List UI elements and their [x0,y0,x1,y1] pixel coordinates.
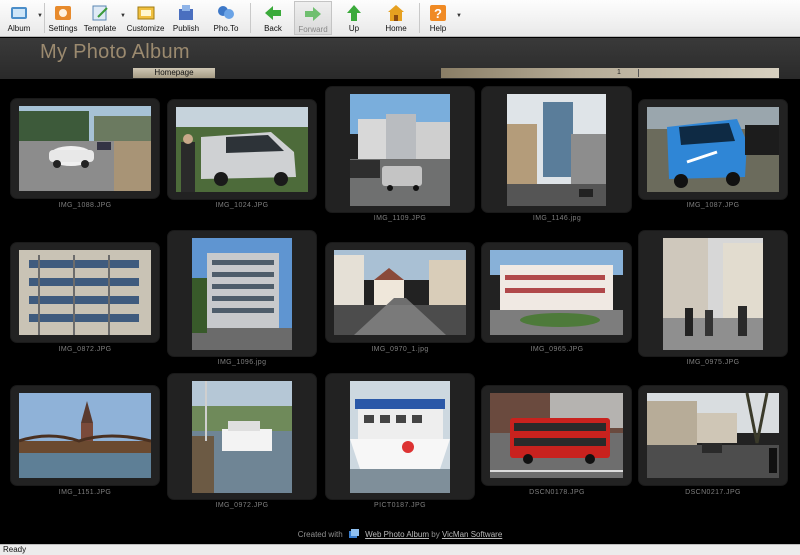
photo-ferry-icon[interactable] [350,381,450,493]
photo-street-car-icon[interactable] [19,106,151,191]
footer-created-with: Created with [297,530,343,539]
toolbar: Album ▼ Settings Template ▼ Customize Pu… [0,0,800,37]
album-icon [11,7,27,19]
photo-caption[interactable]: PICT0187.JPG [325,502,475,509]
template-button[interactable]: Template [81,1,119,35]
publish-icon [179,5,193,20]
web-photo-album-link[interactable]: Web Photo Album [365,530,429,539]
back-button[interactable]: Back [255,1,291,35]
footer: Created with Web Photo Album by VicMan S… [0,529,800,539]
photo-caption[interactable]: IMG_1096.jpg [167,359,317,366]
photo-plaza-icon[interactable] [490,250,623,335]
photo-tower-icon[interactable] [507,94,606,206]
pager-divider [638,69,639,77]
photo-shelves-icon[interactable] [19,250,151,335]
home-icon [388,5,404,21]
up-button[interactable]: Up [337,1,371,35]
thumbnail-frame[interactable]: IMG_1087.JPG [639,100,787,209]
photo-caption[interactable]: IMG_0872.JPG [10,346,160,353]
page-number-link[interactable]: 1 [617,68,621,78]
up-arrow-icon [347,5,361,21]
thumbnail-frame[interactable]: IMG_0872.JPG [11,243,159,353]
settings-icon [55,6,71,20]
thumbnail-frame[interactable]: IMG_1151.JPG [11,386,159,496]
page-title: My Photo Album [40,41,190,63]
thumbnail-frame[interactable]: DSCN0178.JPG [482,386,631,496]
thumbnail-frame[interactable]: IMG_1088.JPG [11,99,159,209]
page-navigation: 1 [441,68,779,78]
photo-caption[interactable]: IMG_1024.JPG [167,202,317,209]
thumbnail-frame[interactable]: PICT0187.JPG [326,374,474,509]
photo-smart-car-icon[interactable] [647,107,779,192]
status-bar: Ready [0,544,800,555]
status-text: Ready [3,545,27,554]
photo-building-icon[interactable] [192,238,292,350]
vicman-software-link[interactable]: VicMan Software [442,530,502,539]
svg-text:?: ? [434,6,442,21]
photo-bridge-church-icon[interactable] [19,393,151,478]
thumbnail-frame[interactable]: IMG_0975.JPG [639,231,787,366]
back-arrow-icon [265,6,281,20]
album-dropdown-icon[interactable]: ▼ [37,13,43,19]
photo-people-street-icon[interactable] [663,238,763,350]
photo-caption[interactable]: DSCN0178.JPG [482,489,632,496]
album-button[interactable]: Album [2,1,36,35]
photo-caption[interactable]: IMG_1088.JPG [10,202,160,209]
home-button[interactable]: Home [378,1,414,35]
photo-caption[interactable]: IMG_0965.JPG [482,346,632,353]
web-photo-album-logo-icon [348,529,359,538]
photo-avenue-icon[interactable] [647,393,779,478]
thumbnail-frame[interactable]: IMG_0965.JPG [482,243,631,353]
photo-caption[interactable]: IMG_0970_1.jpg [325,346,475,353]
photo-caption[interactable]: IMG_0972.JPG [167,502,317,509]
publish-button[interactable]: Publish [169,1,203,35]
help-icon: ? [430,5,446,21]
photo-city-street-icon[interactable] [350,94,450,206]
toolbar-separator [419,3,420,33]
thumbnail-frame[interactable]: DSCN0217.JPG [639,386,787,496]
photo-caption[interactable]: IMG_1146.jpg [482,215,632,222]
photo-caption[interactable]: IMG_0975.JPG [638,359,788,366]
photo-van-icon[interactable] [176,107,308,192]
photo-caption[interactable]: DSCN0217.JPG [638,489,788,496]
photo-town-street-icon[interactable] [334,250,466,335]
photo-to-button[interactable]: Pho.To [209,1,243,35]
template-icon [92,5,108,21]
photo-caption[interactable]: IMG_1087.JPG [638,202,788,209]
photo-caption[interactable]: IMG_1109.JPG [325,215,475,222]
settings-button[interactable]: Settings [47,1,79,35]
customize-button[interactable]: Customize [127,1,164,35]
thumbnail-frame[interactable]: IMG_0970_1.jpg [326,243,474,353]
photo-caption[interactable]: IMG_1151.JPG [10,489,160,496]
thumbnail-frame[interactable]: IMG_1024.JPG [168,100,316,209]
photo-icon [218,6,234,19]
thumbnail-frame[interactable]: IMG_1096.jpg [168,231,316,366]
help-dropdown-icon[interactable]: ▼ [456,13,462,19]
help-button[interactable]: ? Help [423,1,453,35]
customize-icon [137,6,154,20]
forward-button[interactable]: Forward [294,1,332,35]
toolbar-separator [250,3,251,33]
forward-arrow-icon [305,7,321,21]
photo-boat-river-icon[interactable] [192,381,292,493]
template-dropdown-icon[interactable]: ▼ [120,13,126,19]
toolbar-separator [44,3,45,33]
thumbnail-frame[interactable]: IMG_1109.JPG [326,87,474,222]
footer-by: by [431,530,440,539]
thumbnail-frame[interactable]: IMG_0972.JPG [168,374,316,509]
thumbnail-frame[interactable]: IMG_1146.jpg [482,87,631,222]
homepage-tab[interactable]: Homepage [133,68,215,78]
photo-red-bus-icon[interactable] [490,393,623,478]
